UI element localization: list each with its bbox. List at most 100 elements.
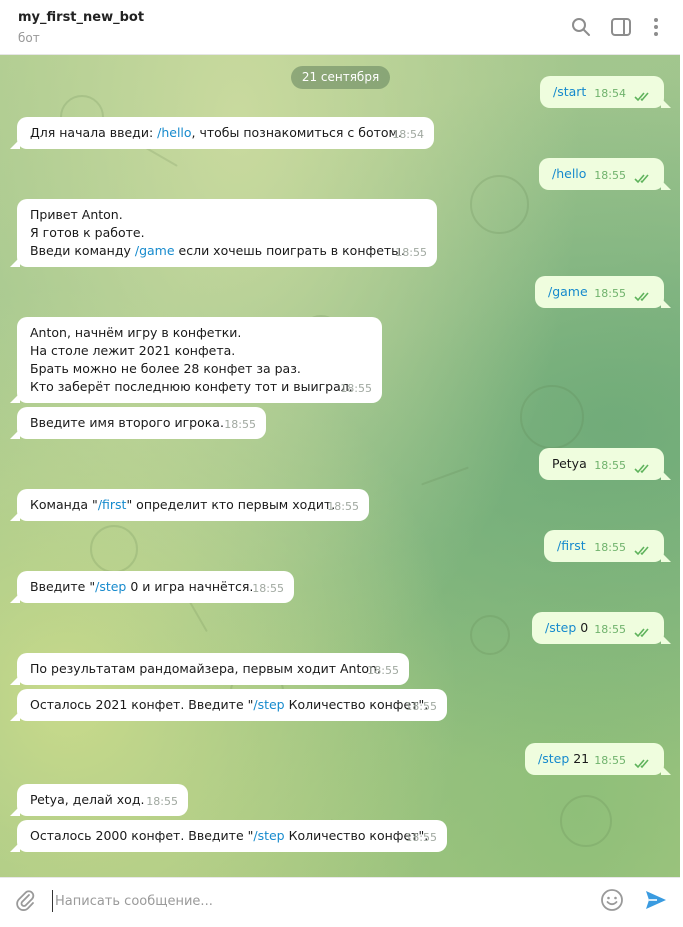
message-composer (0, 877, 680, 921)
message-text: Введи команду (30, 243, 135, 258)
message-line: Привет Anton. (30, 206, 424, 224)
message-time: 18:55 (405, 831, 437, 844)
message-line: Введите имя второго игрока. (30, 414, 253, 432)
message-time: 18:54 (594, 87, 626, 100)
background-doodle (470, 175, 529, 234)
read-checkmarks-icon (634, 464, 649, 474)
message-text: Брать можно не более 28 конфет за раз. (30, 361, 301, 376)
sidebar-toggle-icon[interactable] (610, 16, 632, 38)
date-separator: 21 сентября (291, 66, 390, 89)
message-line: Для начала введи: /hello, чтобы познаком… (30, 124, 421, 142)
message-time: 18:55 (395, 246, 427, 259)
command-link[interactable]: /step (545, 620, 576, 635)
message-time: 18:55 (327, 500, 359, 513)
background-doodle (520, 385, 584, 449)
read-checkmarks-icon (634, 92, 649, 102)
message-time: 18:54 (392, 128, 424, 141)
message-time: 18:55 (252, 582, 284, 595)
message-text: Введите " (30, 579, 96, 594)
outgoing-message[interactable]: /hello 18:55 (539, 158, 671, 190)
message-time: 18:55 (594, 459, 626, 472)
incoming-message[interactable]: Введите имя второго игрока. 18:55 (10, 407, 266, 439)
message-line: Команда "/first" определит кто первым хо… (30, 496, 356, 514)
message-text: На столе лежит 2021 конфета. (30, 343, 236, 358)
command-link[interactable]: /first (98, 497, 127, 512)
chat-header: my_first_new_bot бот (0, 0, 680, 55)
command-link[interactable]: /game (135, 243, 175, 258)
message-time: 18:55 (594, 541, 626, 554)
more-vertical-icon[interactable] (645, 16, 667, 38)
command-link[interactable]: /game (548, 284, 588, 299)
outgoing-message[interactable]: /first 18:55 (544, 530, 671, 562)
outgoing-message[interactable]: Petya 18:55 (539, 448, 671, 480)
message-text: 0 (576, 620, 589, 635)
attach-icon[interactable] (14, 889, 36, 911)
chat-area[interactable]: 21 сентября /start 18:54 Для начала введи:… (0, 55, 680, 877)
read-checkmarks-icon (634, 174, 649, 184)
message-text: Осталось 2021 конфет. Введите " (30, 697, 254, 712)
message-line: На столе лежит 2021 конфета. (30, 342, 369, 360)
command-link[interactable]: /step (253, 697, 284, 712)
message-line: Anton, начнём игру в конфетки. (30, 324, 369, 342)
command-link[interactable]: /step (95, 579, 126, 594)
read-checkmarks-icon (634, 628, 649, 638)
chat-title[interactable]: my_first_new_bot (18, 10, 144, 25)
outgoing-message[interactable]: /start 18:54 (540, 76, 671, 108)
message-text: Команда " (30, 497, 98, 512)
incoming-message[interactable]: Petya, делай ход. 18:55 (10, 784, 188, 816)
command-link[interactable]: /step (253, 828, 284, 843)
message-text: если хочешь поиграть в конфеты. (174, 243, 406, 258)
message-text: 21 (569, 751, 590, 766)
background-doodle (421, 466, 469, 486)
message-time: 18:55 (224, 418, 256, 431)
read-checkmarks-icon (634, 292, 649, 302)
message-time: 18:55 (146, 795, 178, 808)
incoming-message[interactable]: Осталось 2000 конфет. Введите "/step Кол… (10, 820, 447, 852)
message-text: Введите имя второго игрока. (30, 415, 224, 430)
message-line: По результатам рандомайзера, первым ходи… (30, 660, 396, 678)
message-time: 18:55 (594, 287, 626, 300)
message-time: 18:55 (340, 382, 372, 395)
incoming-message[interactable]: По результатам рандомайзера, первым ходи… (10, 653, 409, 685)
message-text: " определит кто первым ходит. (126, 497, 336, 512)
incoming-message[interactable]: Осталось 2021 конфет. Введите "/step Кол… (10, 689, 447, 721)
command-link[interactable]: /step (538, 751, 569, 766)
incoming-message[interactable]: Введите "/step 0 и игра начнётся. 18:55 (10, 571, 294, 603)
incoming-message[interactable]: Anton, начнём игру в конфетки. На столе л… (10, 317, 382, 403)
command-link[interactable]: /hello (157, 125, 191, 140)
message-time: 18:55 (405, 700, 437, 713)
command-link[interactable]: /start (553, 84, 586, 99)
message-text: Я готов к работе. (30, 225, 145, 240)
message-text: По результатам рандомайзера, первым ходи… (30, 661, 381, 676)
incoming-message[interactable]: Привет Anton. Я готов к работе. Введи кома… (10, 199, 437, 267)
message-line: Введи команду /game если хочешь поиграть… (30, 242, 424, 260)
message-text: Привет Anton. (30, 207, 123, 222)
send-icon[interactable] (644, 888, 668, 912)
message-text: , чтобы познакомиться с ботом. (191, 125, 402, 140)
incoming-message[interactable]: Для начала введи: /hello, чтобы познаком… (10, 117, 434, 149)
message-line: Введите "/step 0 и игра начнётся. (30, 578, 281, 596)
outgoing-message[interactable]: /step 0 18:55 (532, 612, 671, 644)
message-time: 18:55 (594, 623, 626, 636)
incoming-message[interactable]: Команда "/first" определит кто первым хо… (10, 489, 369, 521)
message-line: Я готов к работе. (30, 224, 424, 242)
message-text: Для начала введи: (30, 125, 158, 140)
background-doodle (560, 795, 612, 847)
outgoing-message[interactable]: /game 18:55 (535, 276, 671, 308)
emoji-icon[interactable] (600, 888, 624, 912)
message-text: Petya, делай ход. (30, 792, 145, 807)
read-checkmarks-icon (634, 759, 649, 769)
message-input[interactable] (52, 890, 577, 912)
message-text: Anton, начнём игру в конфетки. (30, 325, 242, 340)
message-text: Осталось 2000 конфет. Введите " (30, 828, 254, 843)
command-link[interactable]: /hello (552, 166, 586, 181)
message-line: Осталось 2000 конфет. Введите "/step Кол… (30, 827, 434, 845)
command-link[interactable]: /first (557, 538, 586, 553)
outgoing-message[interactable]: /step 21 18:55 (525, 743, 671, 775)
search-icon[interactable] (570, 16, 592, 38)
message-line: Кто заберёт последнюю конфету тот и выиг… (30, 378, 369, 396)
message-text: Кто заберёт последнюю конфету тот и выиг… (30, 379, 353, 394)
message-text: 0 и игра начнётся. (126, 579, 254, 594)
background-doodle (188, 599, 208, 633)
chat-subtitle: бот (18, 31, 40, 45)
